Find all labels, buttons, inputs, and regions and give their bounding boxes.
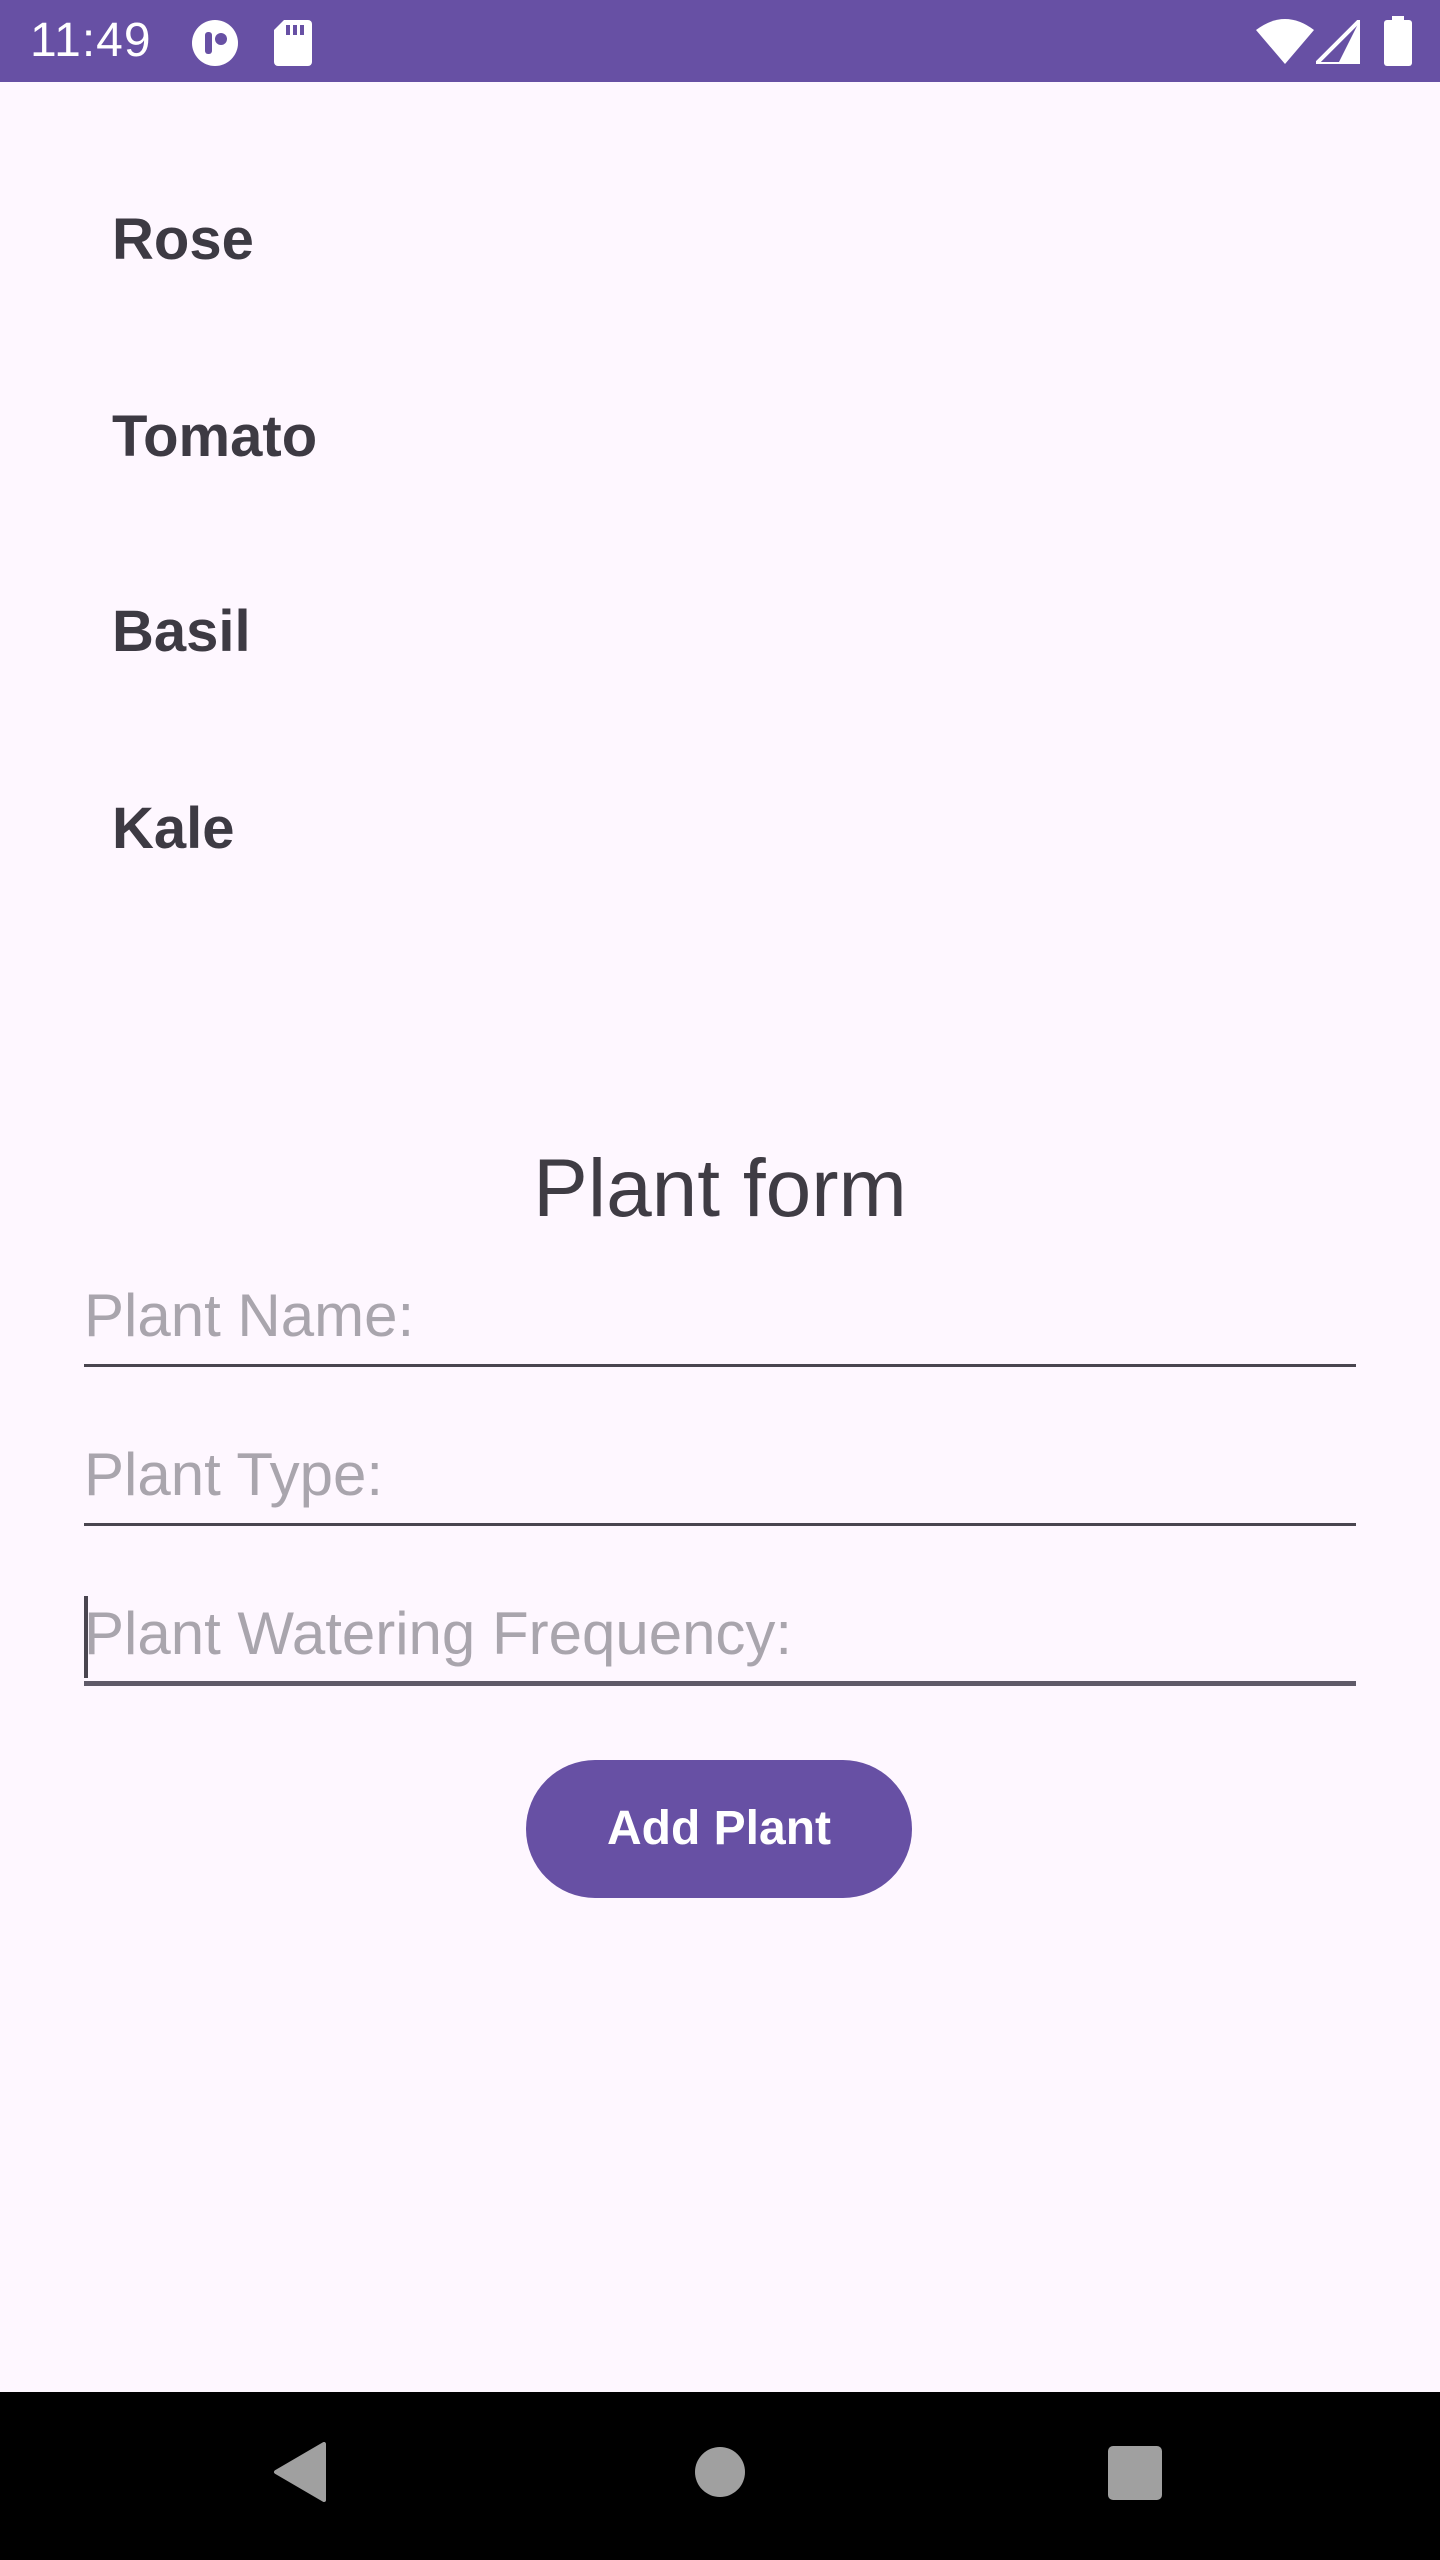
cellular-signal-icon xyxy=(1316,20,1360,64)
plant-name-underline xyxy=(84,1364,1356,1367)
plant-watering-input[interactable] xyxy=(84,1588,1356,1678)
status-bar: 11:49 xyxy=(0,0,1440,82)
wifi-icon xyxy=(1256,19,1314,64)
plant-watering-underline xyxy=(84,1681,1356,1686)
recents-square-icon[interactable] xyxy=(1108,2446,1162,2500)
plant-list-item[interactable]: Tomato xyxy=(112,402,317,472)
home-circle-icon[interactable] xyxy=(694,2446,746,2498)
plant-type-underline xyxy=(84,1523,1356,1526)
battery-icon xyxy=(1384,16,1412,66)
status-time: 11:49 xyxy=(30,14,152,67)
plant-list-item[interactable]: Rose xyxy=(112,205,254,275)
add-plant-button[interactable]: Add Plant xyxy=(526,1760,912,1898)
form-title: Plant form xyxy=(533,1143,907,1234)
plant-name-input[interactable] xyxy=(84,1270,1356,1360)
headset-app-icon xyxy=(192,20,238,66)
system-nav-bar xyxy=(0,2392,1440,2560)
sd-card-icon xyxy=(274,20,312,66)
back-triangle-icon[interactable] xyxy=(272,2442,328,2502)
plant-type-input[interactable] xyxy=(84,1429,1356,1519)
plant-type-field xyxy=(84,1429,1356,1529)
plant-watering-field xyxy=(84,1588,1356,1688)
plant-list-item[interactable]: Basil xyxy=(112,597,251,667)
plant-name-field xyxy=(84,1270,1356,1370)
text-cursor xyxy=(84,1596,88,1678)
plant-list-item[interactable]: Kale xyxy=(112,794,235,864)
